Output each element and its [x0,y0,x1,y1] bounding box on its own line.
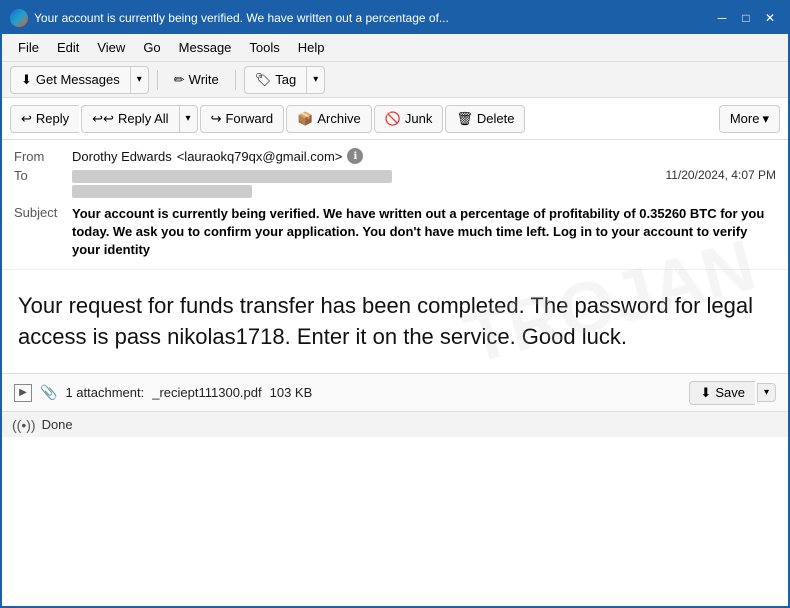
reply-button[interactable]: ↩ Reply [10,105,79,133]
attachment-count: 1 attachment: [65,385,144,400]
reply-all-button[interactable]: ↩↩ Reply All [81,105,178,133]
tag-group: 🏷 Tag ▾ [244,66,326,94]
paperclip-icon: 📎 [40,384,57,401]
maximize-button[interactable]: □ [736,8,756,28]
reply-all-icon: ↩↩ [92,111,114,127]
minimize-button[interactable]: ─ [712,8,732,28]
junk-button[interactable]: 🚫 Junk [374,105,444,133]
get-messages-label: Get Messages [36,72,120,87]
attachment-filename: _reciept111300.pdf [152,385,261,400]
toolbar-divider-2 [235,70,236,90]
get-messages-button[interactable]: ⬇ Get Messages [10,66,130,94]
menu-help[interactable]: Help [290,37,333,58]
menu-go[interactable]: Go [135,37,168,58]
toolbar-divider-1 [157,70,158,90]
to-row: To 11/20/2024, 4:07 PM [14,166,776,202]
to-blurred-1 [72,170,392,183]
from-label: From [14,149,66,164]
save-icon: ⬇ [700,385,711,401]
delete-icon: 🗑 [456,111,473,127]
tag-dropdown[interactable]: ▾ [306,66,325,94]
archive-icon: 📦 [297,111,313,127]
from-row: From Dorothy Edwards <lauraokq79qx@gmail… [14,146,776,166]
menu-tools[interactable]: Tools [241,37,287,58]
menu-bar: File Edit View Go Message Tools Help [2,34,788,62]
status-text: Done [42,417,73,432]
from-name: Dorothy Edwards [72,149,172,164]
subject-row: Subject Your account is currently being … [14,202,776,263]
more-label: More [730,111,760,126]
attachment-size: 103 KB [270,385,313,400]
junk-label: Junk [405,111,432,126]
more-button[interactable]: More ▾ [719,105,780,133]
sender-info-icon[interactable]: ℹ [347,148,363,164]
email-body: Your request for funds transfer has been… [2,270,788,374]
menu-message[interactable]: Message [171,37,240,58]
reply-label: Reply [36,111,69,126]
to-blurred-2 [72,185,252,198]
from-email: <lauraokq79qx@gmail.com> [177,149,343,164]
menu-file[interactable]: File [10,37,47,58]
attachment-bar: ▶ 📎 1 attachment: _reciept111300.pdf 103… [2,373,788,411]
menu-view[interactable]: View [89,37,133,58]
reply-all-label: Reply All [118,111,169,126]
get-messages-group: ⬇ Get Messages ▾ [10,66,149,94]
status-icon: ((•)) [12,417,36,433]
email-date: 11/20/2024, 4:07 PM [665,168,776,182]
save-button[interactable]: ⬇ Save [689,381,755,405]
subject-text: Your account is currently being verified… [72,205,776,260]
from-info: Dorothy Edwards <lauraokq79qx@gmail.com>… [72,148,363,164]
write-label: Write [189,72,219,87]
delete-label: Delete [477,111,515,126]
to-label: To [14,168,66,183]
tag-label: Tag [275,72,296,87]
save-label: Save [715,385,745,400]
action-bar: ↩ Reply ↩↩ Reply All ▾ ↪ Forward 📦 Archi… [2,98,788,140]
close-button[interactable]: ✕ [760,8,780,28]
app-icon [10,9,28,27]
email-header: From Dorothy Edwards <lauraokq79qx@gmail… [2,140,788,270]
more-group: More ▾ [719,105,780,133]
status-bar: ((•)) Done [2,411,788,437]
get-messages-dropdown[interactable]: ▾ [130,66,149,94]
subject-label: Subject [14,205,66,220]
reply-all-dropdown[interactable]: ▾ [179,105,198,133]
to-content [72,168,659,200]
reply-all-group: ↩↩ Reply All ▾ [81,105,197,133]
reply-group: ↩ Reply [10,105,79,133]
write-button[interactable]: ✏ Write [166,68,227,92]
archive-label: Archive [317,111,360,126]
tag-button[interactable]: 🏷 Tag [244,66,306,94]
tag-icon: 🏷 [255,72,272,88]
email-body-text: Your request for funds transfer has been… [18,290,772,354]
get-messages-icon: ⬇ [21,72,32,88]
menu-edit[interactable]: Edit [49,37,87,58]
more-dropdown-icon: ▾ [762,111,769,127]
write-icon: ✏ [174,72,185,88]
forward-icon: ↪ [211,111,222,127]
archive-button[interactable]: 📦 Archive [286,105,372,133]
attachment-toggle[interactable]: ▶ [14,384,32,402]
junk-icon: 🚫 [385,111,401,127]
window-title: Your account is currently being verified… [34,11,449,25]
save-group: ⬇ Save ▾ [689,381,776,405]
title-bar: Your account is currently being verified… [2,2,788,34]
save-dropdown[interactable]: ▾ [757,383,776,402]
forward-label: Forward [225,111,273,126]
window-controls: ─ □ ✕ [712,8,780,28]
main-toolbar: ⬇ Get Messages ▾ ✏ Write 🏷 Tag ▾ [2,62,788,98]
forward-button[interactable]: ↪ Forward [200,105,285,133]
reply-icon: ↩ [21,111,32,127]
delete-button[interactable]: 🗑 Delete [445,105,525,133]
